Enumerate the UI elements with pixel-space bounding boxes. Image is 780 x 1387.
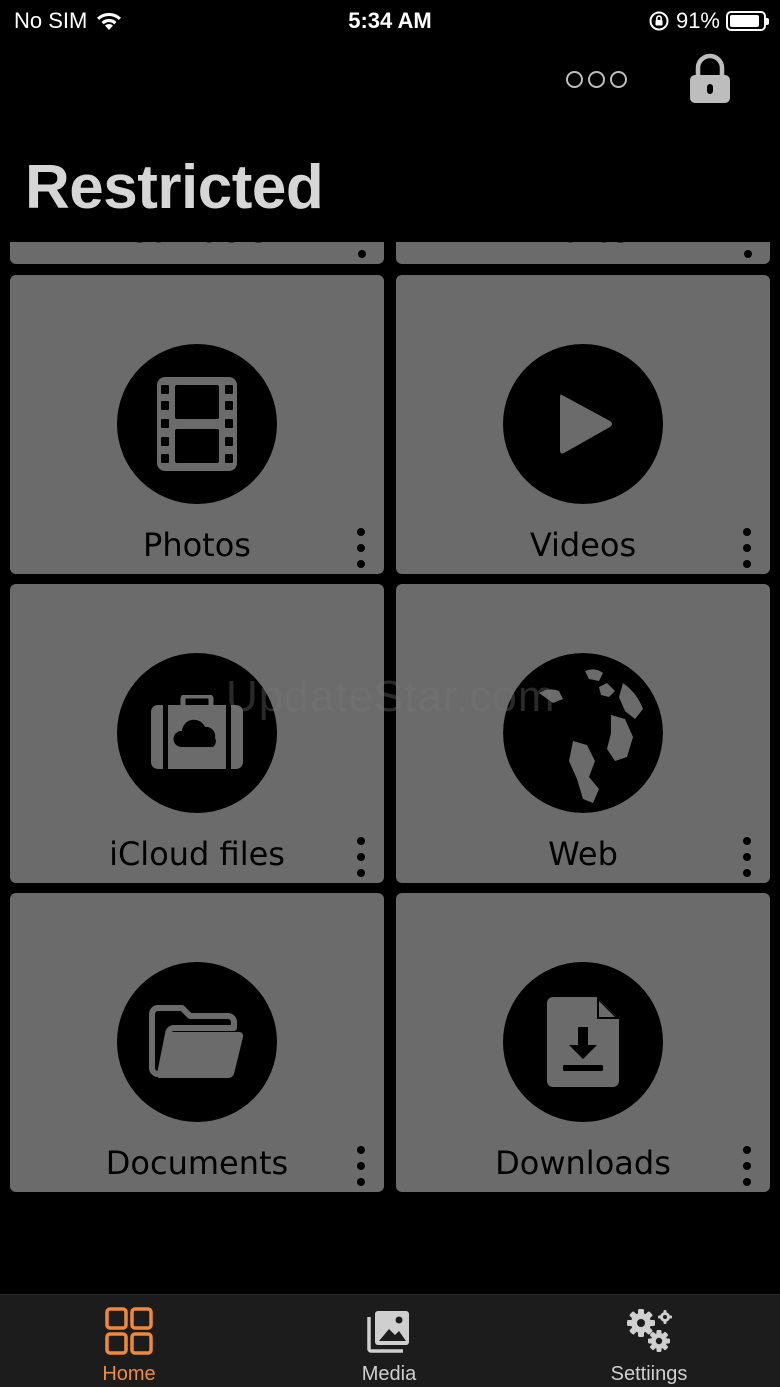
orientation-lock-icon (649, 11, 669, 31)
tab-label: Home (102, 1363, 156, 1385)
tile-label: Documents (105, 1144, 289, 1182)
tile-label: Downloads (495, 1144, 671, 1182)
tile-label: iCloud files (109, 835, 285, 873)
battery-icon (726, 11, 769, 31)
globe-icon (503, 653, 663, 813)
download-file-icon (547, 997, 619, 1087)
tile-icon-circle (503, 962, 663, 1122)
kebab-menu-icon[interactable] (352, 1146, 370, 1186)
kebab-menu-icon[interactable] (352, 837, 370, 877)
more-button[interactable] (566, 66, 630, 92)
tile-icon-circle (117, 653, 277, 813)
tile-icloud-files[interactable]: iCloud files (10, 584, 384, 883)
tile-icon-circle (117, 344, 277, 504)
play-icon (560, 394, 612, 454)
tile-label: Notes (396, 242, 770, 250)
kebab-menu-icon[interactable] (358, 250, 366, 258)
tile-label: Web (548, 835, 618, 873)
tab-bar: Home Media Settiings (0, 1294, 780, 1387)
tile-icon-circle (503, 344, 663, 504)
tile-videos[interactable]: Videos (396, 275, 770, 574)
photos-icon (367, 1311, 409, 1353)
tab-label: Settiings (610, 1363, 688, 1385)
tile-label: Contacts (10, 242, 384, 250)
tile-contacts[interactable]: Contacts (10, 242, 384, 264)
tile-downloads[interactable]: Downloads (396, 893, 770, 1192)
tile-documents[interactable]: Documents (10, 893, 384, 1192)
folder-icon (149, 1005, 244, 1079)
kebab-menu-icon[interactable] (352, 528, 370, 568)
tile-label: Videos (529, 526, 637, 564)
battery-percent: 91% (675, 8, 720, 33)
locker-grid[interactable]: Contacts Notes Photos (0, 242, 780, 1202)
tab-label: Media (361, 1363, 417, 1385)
page-title: Restricted (25, 153, 324, 222)
grid-icon (105, 1307, 153, 1355)
tab-media[interactable]: Media (289, 1295, 489, 1387)
icloud-briefcase-icon (151, 695, 243, 769)
film-icon (157, 377, 237, 471)
tile-notes[interactable]: Notes (396, 242, 770, 264)
tile-label: Photos (143, 526, 251, 564)
tile-photos[interactable]: Photos (10, 275, 384, 574)
kebab-menu-icon[interactable] (738, 1146, 756, 1186)
lock-button[interactable] (686, 52, 734, 108)
tile-icon-circle (117, 962, 277, 1122)
gears-icon (627, 1309, 672, 1352)
status-bar: No SIM 5:34 AM 91% (0, 0, 780, 40)
tile-web[interactable]: Web (396, 584, 770, 883)
kebab-menu-icon[interactable] (738, 528, 756, 568)
battery-fill (730, 15, 760, 27)
tab-settings[interactable]: Settiings (549, 1295, 749, 1387)
status-right: 91% (648, 8, 769, 34)
more-circles-icon (588, 70, 605, 88)
kebab-menu-icon[interactable] (744, 250, 752, 258)
more-circles-icon (566, 70, 583, 88)
tab-home[interactable]: Home (29, 1295, 229, 1387)
lock-icon (690, 53, 730, 103)
kebab-menu-icon[interactable] (738, 837, 756, 877)
more-circles-icon (610, 70, 627, 88)
tile-icon-circle (503, 653, 663, 813)
